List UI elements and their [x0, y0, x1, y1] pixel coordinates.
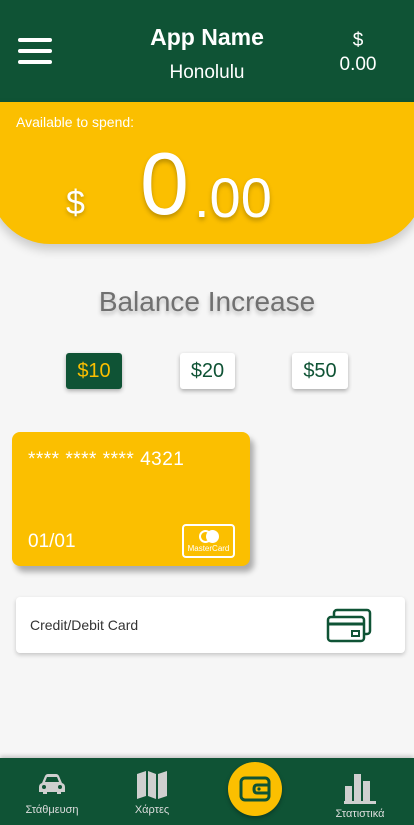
nav-maps-label: Χάρτες — [134, 804, 170, 816]
app-header: App Name Honolulu $ 0.00 — [0, 0, 414, 102]
wallet-icon — [239, 776, 271, 802]
nav-parking-label: Στάθμευση — [25, 804, 79, 816]
nav-wallet[interactable] — [228, 762, 282, 816]
header-balance: $ 0.00 — [328, 29, 388, 77]
credit-cards-icon — [326, 608, 372, 643]
amount-10-button[interactable]: $10 — [66, 353, 122, 389]
payment-card[interactable]: **** **** **** 4321 01/01 MasterCard — [12, 432, 250, 566]
payment-method-label: Credit/Debit Card — [30, 617, 139, 633]
wallet-screen: App Name Honolulu $ 0.00 Available to sp… — [0, 0, 414, 825]
card-expiry: 01/01 — [28, 531, 76, 552]
card-brand: MasterCard — [187, 544, 230, 553]
amount-50-button[interactable]: $50 — [292, 353, 348, 389]
nav-maps[interactable]: Χάρτες — [112, 758, 192, 825]
header-balance-value: 0.00 — [339, 54, 377, 75]
credit-debit-card-option[interactable]: Credit/Debit Card — [16, 597, 405, 653]
bottom-navigation: Στάθμευση Χάρτες Στατιστικά — [0, 758, 414, 825]
bar-chart-icon — [344, 774, 376, 804]
nav-statistics[interactable]: Στατιστικά — [320, 758, 400, 825]
balance-increase-title: Balance Increase — [98, 286, 316, 317]
amount-20-button[interactable]: $20 — [180, 353, 235, 389]
header-balance-symbol: $ — [352, 30, 364, 51]
nav-statistics-label: Στατιστικά — [335, 808, 385, 820]
mastercard-logo-icon: MasterCard — [182, 524, 235, 558]
nav-parking[interactable]: Στάθμευση — [12, 758, 92, 825]
available-label: Available to spend: — [16, 114, 135, 130]
map-icon — [137, 771, 167, 799]
balance-integer: 0 — [140, 134, 189, 233]
balance-decimal: .00 — [194, 166, 272, 229]
car-icon — [39, 774, 65, 794]
card-number: **** **** **** 4321 — [28, 449, 185, 470]
balance-currency: $ — [66, 184, 85, 222]
